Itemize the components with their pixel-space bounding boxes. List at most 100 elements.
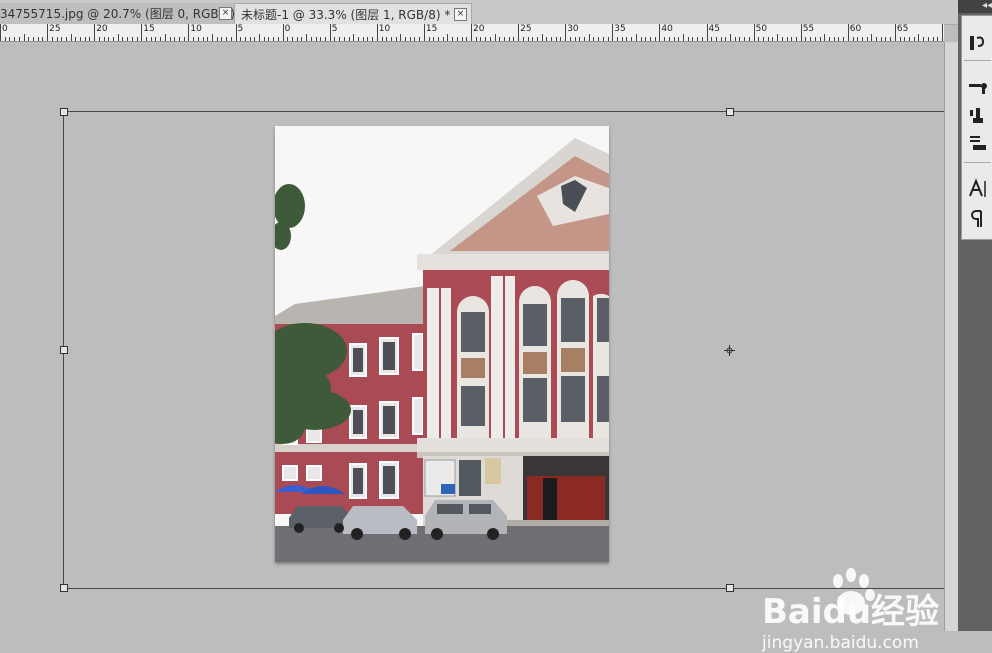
paragraph-style-icon[interactable] [967, 32, 989, 54]
paragraph-icon[interactable] [967, 208, 989, 230]
ruler-minor-tick [932, 37, 934, 41]
ruler-major-tick [659, 24, 661, 41]
ruler-minor-tick [419, 37, 421, 41]
ruler-label: 10 [378, 24, 391, 34]
ruler-minor-tick [602, 37, 604, 41]
transform-handle-top-left[interactable] [60, 108, 68, 116]
ruler-minor-tick [320, 37, 322, 41]
ruler-major-tick [0, 24, 1, 41]
ruler-minor-tick [127, 37, 129, 41]
transform-handle-top-middle[interactable] [726, 108, 734, 116]
ruler-minor-tick [819, 37, 821, 41]
ruler-minor-tick [386, 37, 388, 41]
ruler-minor-tick [904, 37, 906, 41]
ruler-major-tick [141, 24, 143, 41]
ruler-minor-tick [164, 34, 166, 41]
ruler-minor-tick [240, 37, 242, 41]
ruler-minor-tick [70, 34, 72, 41]
ruler-minor-tick [405, 37, 407, 41]
ruler-minor-tick [824, 34, 826, 41]
ruler-major-tick [753, 24, 755, 41]
ruler-minor-tick [598, 37, 600, 41]
ruler-minor-tick [372, 37, 374, 41]
ruler-minor-tick [791, 37, 793, 41]
ruler-major-tick [423, 24, 425, 41]
ruler-minor-tick [899, 37, 901, 41]
panel-collapse-button[interactable]: ◂◂ [958, 0, 992, 13]
ruler-minor-tick [122, 37, 124, 41]
panel-separator [964, 162, 991, 163]
ruler-major-tick [329, 24, 331, 41]
ruler-label: 25 [520, 24, 532, 34]
ruler-minor-tick [390, 37, 392, 41]
ruler-minor-tick [692, 37, 694, 41]
ruler-minor-tick [767, 37, 769, 41]
ruler-minor-tick [244, 37, 246, 41]
ruler-minor-tick [14, 37, 16, 41]
ruler-minor-tick [197, 37, 199, 41]
ruler-label: 15 [425, 24, 438, 34]
ruler-minor-tick [810, 37, 812, 41]
ruler-major-tick [94, 24, 96, 41]
ruler-label: 10 [190, 24, 202, 34]
clone-source-icon[interactable] [967, 104, 989, 126]
ruler-minor-tick [631, 37, 633, 41]
ruler-minor-tick [80, 37, 82, 41]
ruler-minor-tick [32, 37, 34, 41]
brush-presets-icon[interactable] [967, 76, 989, 98]
ruler-minor-tick [626, 37, 628, 41]
ruler-minor-tick [579, 37, 581, 41]
ruler-minor-tick [485, 37, 487, 41]
ruler-minor-tick [697, 37, 699, 41]
ruler-minor-tick [348, 37, 350, 41]
document-canvas[interactable]: Baidu经验 jingyan.baidu.com [0, 42, 946, 653]
ruler-major-tick [800, 24, 802, 41]
building-photo-layer[interactable] [275, 126, 609, 562]
ruler-label: 35 [614, 24, 626, 34]
ruler-minor-tick [75, 37, 77, 41]
ruler-minor-tick [98, 37, 100, 41]
tab-document-2[interactable]: 未标题-1 @ 33.3% (图层 1, RGB/8) * × [234, 3, 472, 25]
ruler-minor-tick [221, 37, 223, 41]
ruler-minor-tick [588, 34, 590, 41]
ruler-minor-tick [207, 37, 209, 41]
transform-handle-bottom-middle[interactable] [726, 584, 734, 592]
ruler-minor-tick [701, 37, 703, 41]
watermark-url: jingyan.baidu.com [761, 633, 919, 653]
ruler-minor-tick [193, 37, 195, 41]
layer-comps-icon[interactable] [967, 132, 989, 154]
ruler-minor-tick [833, 37, 835, 41]
transform-handle-middle-left[interactable] [60, 346, 68, 354]
ruler-major-tick [282, 24, 284, 41]
ruler-minor-tick [273, 37, 275, 41]
ruler-major-tick [847, 24, 849, 41]
ruler-minor-tick [546, 37, 548, 41]
horizontal-ruler[interactable]: 0252015105051015202530354045505560657 [0, 24, 944, 42]
tab-close-icon[interactable]: × [219, 7, 232, 20]
transform-handle-bottom-left[interactable] [60, 584, 68, 592]
ruler-minor-tick [795, 37, 797, 41]
tab-document-1[interactable]: 34755715.jpg @ 20.7% (图层 0, RGB/8) * × [0, 3, 245, 24]
ruler-minor-tick [838, 37, 840, 41]
transform-reference-point-icon[interactable] [724, 345, 735, 356]
ruler-minor-tick [334, 37, 336, 41]
tab-document-2-label: 未标题-1 @ 33.3% (图层 1, RGB/8) * [241, 8, 451, 22]
ruler-minor-tick [362, 37, 364, 41]
ruler-minor-tick [786, 37, 788, 41]
vertical-scrollbar[interactable] [944, 42, 959, 631]
ruler-minor-tick [259, 34, 261, 41]
ruler-minor-tick [211, 34, 213, 41]
character-icon[interactable] [967, 178, 989, 200]
ruler-minor-tick [310, 37, 312, 41]
ruler-minor-tick [857, 37, 859, 41]
ruler-minor-tick [541, 34, 543, 41]
ruler-minor-tick [414, 37, 416, 41]
ruler-minor-tick [682, 34, 684, 41]
ruler-major-tick [471, 24, 472, 41]
ruler-minor-tick [584, 37, 586, 41]
tab-close-icon[interactable]: × [454, 8, 467, 21]
ruler-minor-tick [23, 34, 25, 41]
ruler-major-tick [518, 24, 520, 41]
ruler-major-tick [188, 24, 190, 41]
ruler-minor-tick [843, 37, 845, 41]
